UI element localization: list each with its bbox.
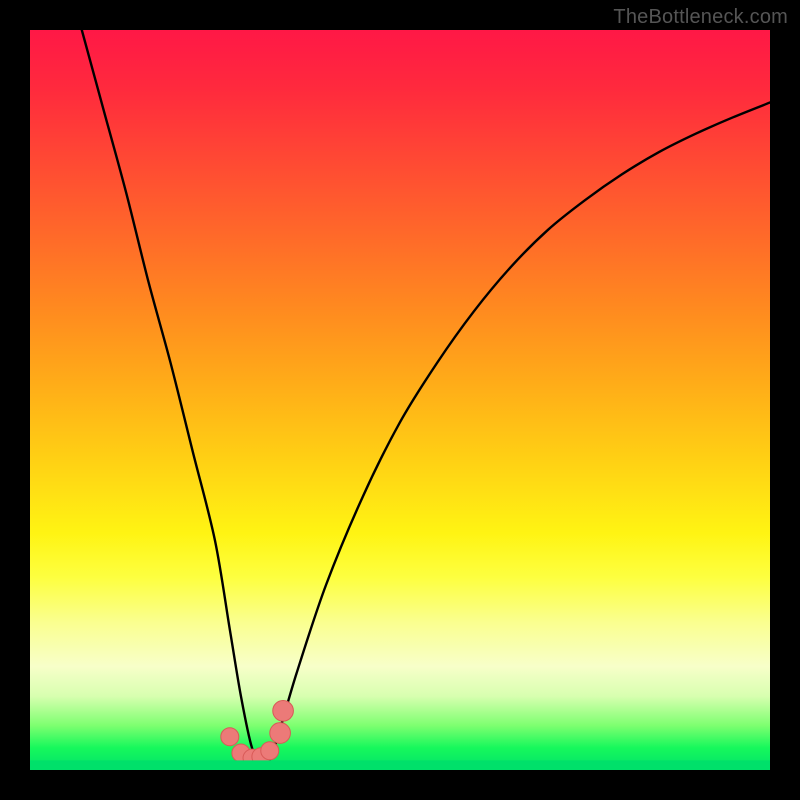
curve-marker <box>221 728 239 746</box>
bottom-green-band <box>30 760 770 770</box>
curve-marker <box>273 700 294 721</box>
curve-marker <box>270 723 291 744</box>
curve-marker <box>261 742 279 760</box>
curve-markers <box>221 700 294 767</box>
chart-svg <box>30 30 770 770</box>
plot-area <box>30 30 770 770</box>
bottleneck-curve <box>82 30 770 766</box>
watermark-text: TheBottleneck.com <box>613 6 788 29</box>
chart-frame: TheBottleneck.com <box>0 0 800 800</box>
